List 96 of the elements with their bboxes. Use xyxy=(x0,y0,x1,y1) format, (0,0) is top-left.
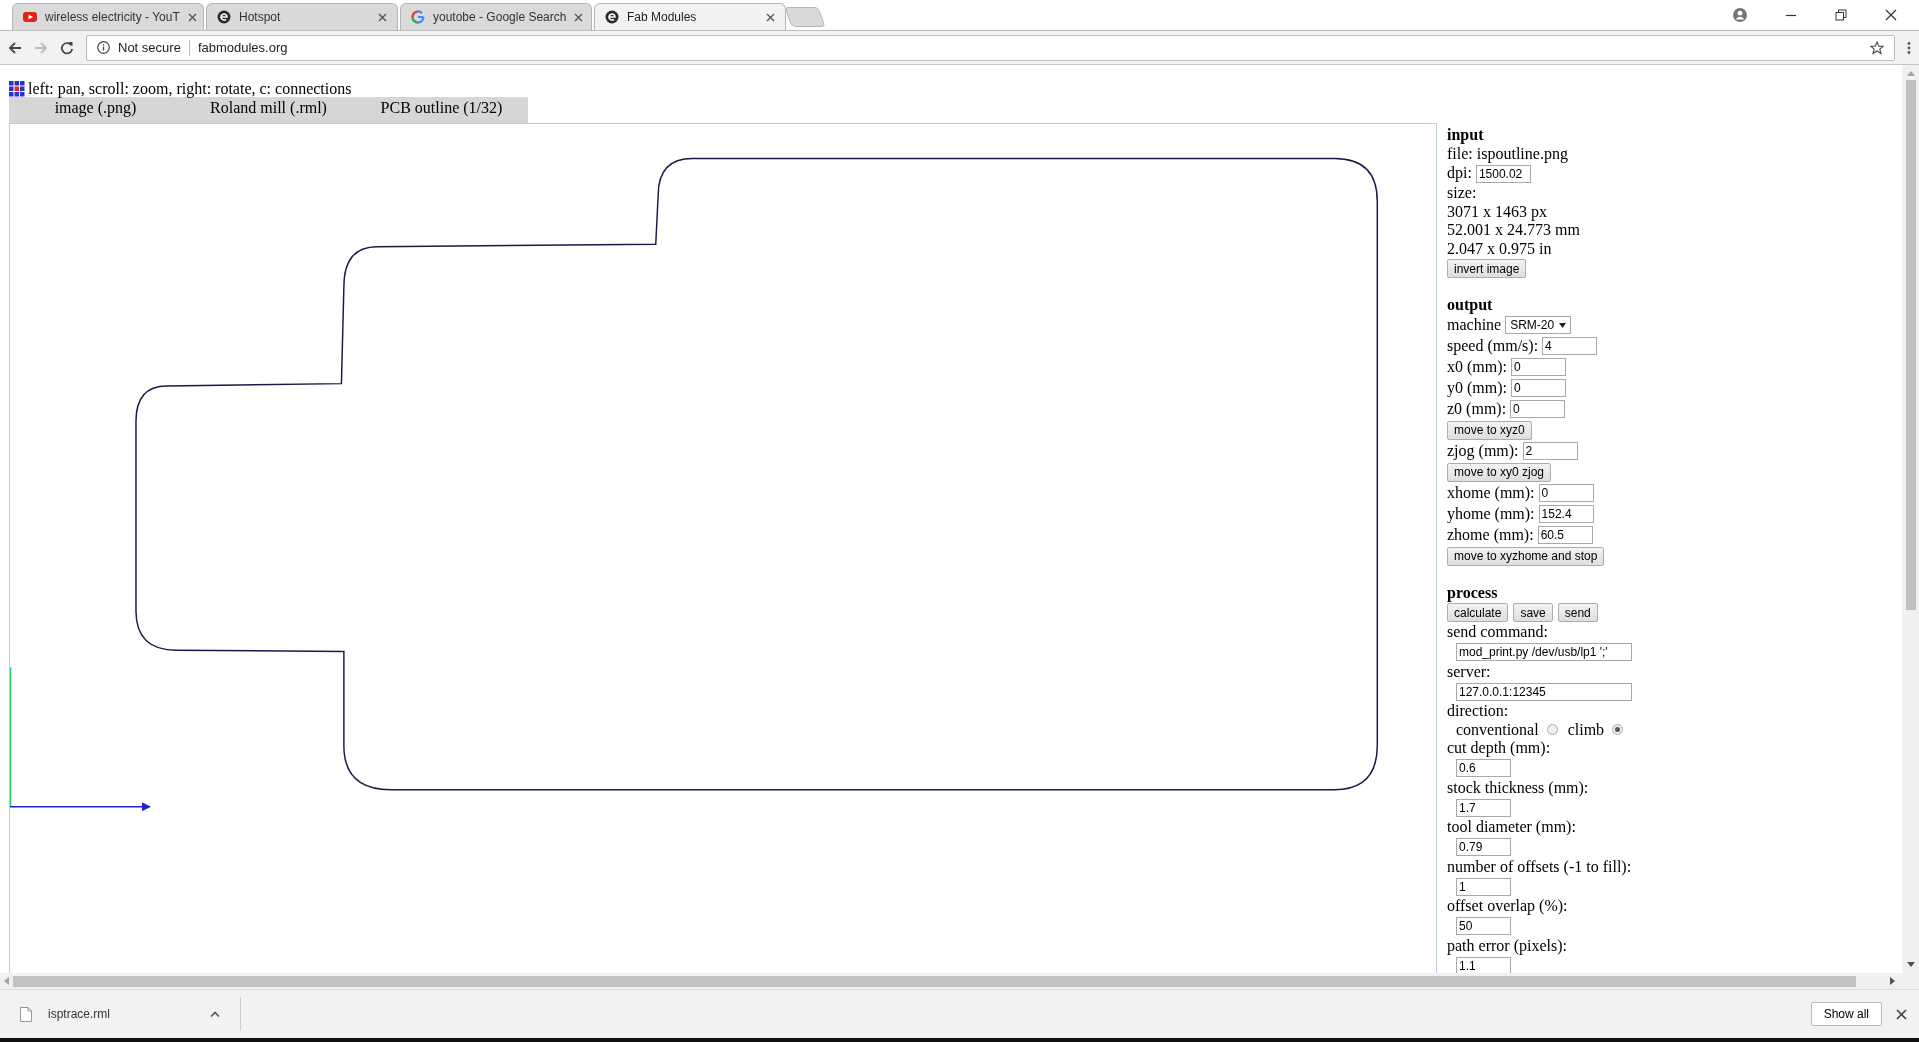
text-field[interactable]: 0 xyxy=(1511,358,1566,376)
panel-text: server: xyxy=(1447,662,1491,681)
play-icon xyxy=(23,10,37,24)
scrollbar-thumb[interactable] xyxy=(1905,80,1916,610)
action-button[interactable]: move to xy0 zjog xyxy=(1447,462,1552,482)
panel-text: cut depth (mm): xyxy=(1447,739,1551,758)
site-icon xyxy=(605,10,619,24)
field-label: xhome (mm): xyxy=(1447,483,1535,503)
text-field[interactable]: 0.79 xyxy=(1456,838,1511,856)
account-icon[interactable] xyxy=(1733,8,1747,22)
scroll-down-icon[interactable] xyxy=(1906,962,1915,967)
radio-button[interactable] xyxy=(1612,724,1624,736)
scroll-right-icon[interactable] xyxy=(1890,977,1895,985)
panel-text: number of offsets (-1 to fill): xyxy=(1447,857,1632,876)
text-field[interactable]: 127.0.0.1:12345 xyxy=(1456,682,1632,701)
action-button[interactable]: move to xyz0 xyxy=(1447,420,1532,440)
caret-icon xyxy=(1559,322,1567,328)
close-icon[interactable] xyxy=(378,12,387,22)
section-heading: input xyxy=(1447,126,1485,145)
panel-text: file: ispoutline.png xyxy=(1447,144,1568,163)
horizontal-scrollbar[interactable] xyxy=(0,973,1919,989)
text-field[interactable]: 0 xyxy=(1538,484,1594,502)
machine-dropdown[interactable]: SRM-20 xyxy=(1505,316,1572,334)
address-bar[interactable]: Not secure fabmodules.org xyxy=(86,34,1895,61)
panel-text: send command: xyxy=(1447,623,1548,642)
panel-text: tool diameter (mm): xyxy=(1447,818,1576,837)
vertical-scrollbar[interactable] xyxy=(1902,65,1919,973)
action-button[interactable]: save xyxy=(1513,603,1553,622)
action-button[interactable]: send xyxy=(1557,603,1598,622)
scrollbar-thumb[interactable] xyxy=(13,975,1856,987)
text-field[interactable]: 4 xyxy=(1542,337,1598,355)
security-label: Not secure xyxy=(118,40,181,55)
text-field[interactable]: 1500.02 xyxy=(1475,164,1531,183)
download-file-name[interactable]: isptrace.rml xyxy=(48,1007,110,1021)
browser-tab[interactable]: Fab Modules xyxy=(594,3,786,30)
field-label: dpi: xyxy=(1447,164,1472,183)
action-button[interactable]: move to xyzhome and stop xyxy=(1447,546,1605,566)
file-icon xyxy=(20,1006,32,1022)
panel-text: 3071 x 1463 px xyxy=(1447,202,1547,221)
panel-text: path error (pixels): xyxy=(1447,936,1567,955)
reload-icon[interactable] xyxy=(60,40,74,55)
menu-item[interactable]: image (.png) xyxy=(9,97,182,123)
close-icon[interactable] xyxy=(766,12,775,22)
grid-icon xyxy=(9,80,25,97)
text-field[interactable]: 1.1 xyxy=(1456,956,1511,973)
section-heading: process xyxy=(1447,583,1499,602)
text-field[interactable]: 0.6 xyxy=(1456,759,1511,777)
panel-text: offset overlap (%): xyxy=(1447,897,1568,916)
close-icon[interactable] xyxy=(187,12,197,22)
close-icon[interactable] xyxy=(1885,9,1897,21)
text-field[interactable]: 1.7 xyxy=(1456,798,1511,817)
text-field[interactable]: 2 xyxy=(1522,442,1578,460)
radio-button[interactable] xyxy=(1546,724,1558,736)
browser-tab[interactable]: youtobe - Google Search xyxy=(400,3,592,30)
url-text: fabmodules.org xyxy=(197,40,288,55)
panel-text: stock thickness (mm): xyxy=(1447,778,1589,797)
browser-tab[interactable]: wireless electricity - YouT xyxy=(12,3,204,30)
section-heading: output xyxy=(1447,296,1494,315)
field-label: speed (mm/s): xyxy=(1447,336,1539,356)
field-label: machine xyxy=(1447,315,1502,335)
panel-text: 2.047 x 0.975 in xyxy=(1447,239,1552,258)
field-label: z0 (mm): xyxy=(1447,399,1507,419)
option-label: conventional xyxy=(1456,720,1539,739)
option-label: climb xyxy=(1567,720,1605,739)
text-field[interactable]: 50 xyxy=(1456,917,1511,935)
text-field[interactable]: 1 xyxy=(1456,877,1511,896)
hint-text: left: pan, scroll: zoom, right: rotate, c: connections xyxy=(28,79,352,98)
text-field[interactable]: mod_print.py /dev/usb/lp1 ';' xyxy=(1456,643,1632,661)
menu-icon[interactable] xyxy=(1907,40,1911,55)
browser-tab[interactable]: Hotspot xyxy=(206,3,398,30)
field-label: zjog (mm): xyxy=(1447,441,1519,461)
panel-text: 52.001 x 24.773 mm xyxy=(1447,221,1580,240)
show-all-button[interactable]: Show all xyxy=(1810,1002,1882,1026)
action-button[interactable]: calculate xyxy=(1447,603,1509,622)
chevron-up-icon[interactable] xyxy=(210,1011,220,1017)
close-icon[interactable] xyxy=(574,12,584,22)
action-button[interactable]: invert image xyxy=(1447,259,1527,278)
text-field[interactable]: 0 xyxy=(1510,400,1566,418)
close-icon[interactable] xyxy=(1896,1008,1907,1020)
text-field[interactable]: 60.5 xyxy=(1537,526,1593,544)
field-label: yhome (mm): xyxy=(1447,504,1535,524)
panel-text: size: xyxy=(1447,184,1477,203)
multicolor-ring-icon xyxy=(411,10,425,24)
info-icon xyxy=(97,41,110,54)
text-field[interactable]: 152.4 xyxy=(1538,505,1594,523)
field-label: y0 (mm): xyxy=(1447,378,1507,398)
menu-item[interactable]: PCB outline (1/32) xyxy=(355,97,528,123)
menu-item[interactable]: Roland mill (.rml) xyxy=(182,97,355,123)
restore-icon[interactable] xyxy=(1835,9,1847,21)
back-icon[interactable] xyxy=(8,40,22,55)
text-field[interactable]: 0 xyxy=(1511,379,1566,397)
field-label: x0 (mm): xyxy=(1447,357,1507,377)
panel-text: direction: xyxy=(1447,702,1509,721)
star-icon[interactable] xyxy=(1870,40,1884,55)
field-label: zhome (mm): xyxy=(1447,525,1534,545)
site-icon xyxy=(217,10,231,24)
